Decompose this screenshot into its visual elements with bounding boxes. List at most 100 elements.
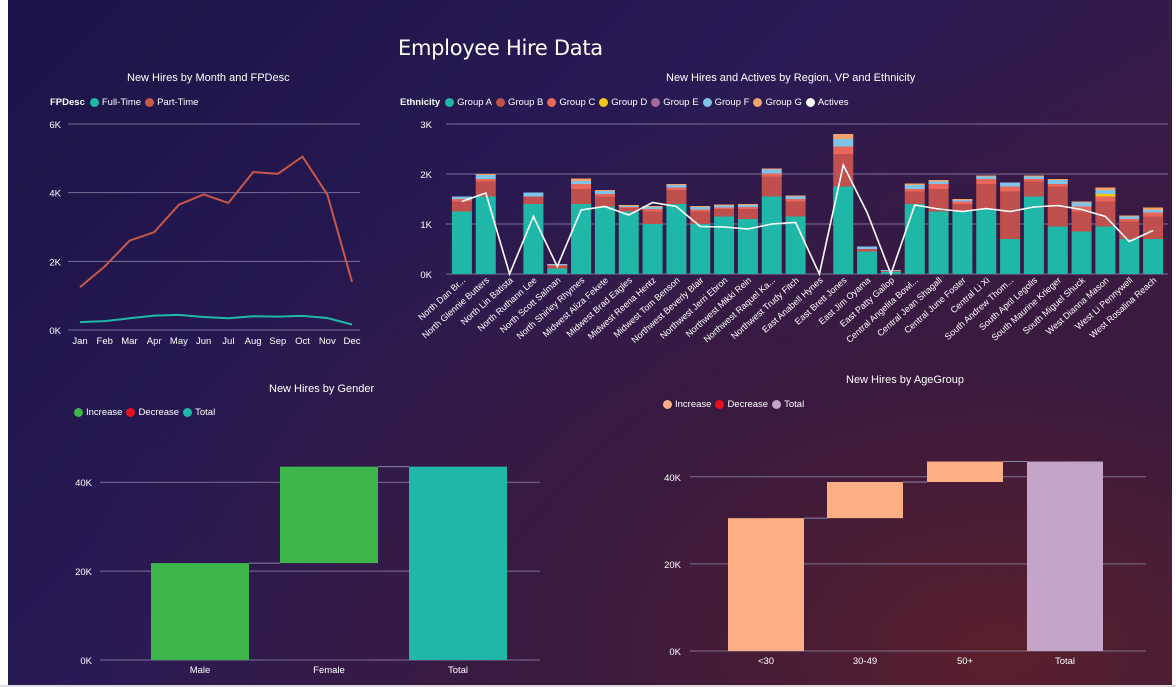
region-bar-segment: [1000, 239, 1021, 274]
month-x-tick: Dec: [344, 336, 361, 347]
region-bar-segment: [714, 204, 735, 206]
age-x-tick: Total: [1055, 656, 1075, 667]
region-bar-segment: [904, 183, 925, 185]
region-bar-segment: [451, 201, 472, 212]
region-bar-segment: [1000, 191, 1021, 239]
region-bar-segment: [475, 196, 496, 274]
region-bar-segment: [785, 216, 806, 274]
region-bar-segment: [642, 207, 663, 209]
region-bar-segment: [666, 190, 687, 204]
region-bar-segment: [928, 181, 949, 184]
region-bar-segment: [928, 180, 949, 182]
age-y-tick: 40K: [664, 473, 682, 484]
region-bar-segment: [1023, 179, 1044, 182]
region-bar-segment: [1023, 181, 1044, 197]
region-bar-segment: [523, 192, 544, 197]
gender-y-tick: 40K: [75, 478, 93, 489]
month-x-tick: Jun: [196, 336, 211, 347]
region-bar-segment: [952, 201, 973, 204]
region-bar-segment: [1143, 210, 1164, 213]
month-x-tick: Apr: [147, 336, 162, 347]
age-x-tick: <30: [758, 656, 774, 667]
age-waterfall-bar: [827, 482, 903, 519]
region-bar-segment: [523, 204, 544, 274]
gender-y-tick: 20K: [75, 567, 93, 578]
gender-x-tick: Female: [313, 665, 345, 676]
age-y-tick: 0K: [669, 647, 681, 658]
region-bar-segment: [475, 174, 496, 175]
region-bar-segment: [1143, 216, 1164, 239]
region-bar-segment: [952, 199, 973, 200]
region-bar-segment: [642, 211, 663, 224]
region-bar-segment: [833, 139, 854, 147]
region-bar-segment: [1119, 239, 1140, 274]
region-bar-segment: [976, 184, 997, 209]
region-bar-segment: [594, 206, 615, 274]
region-bar-segment: [690, 224, 711, 274]
month-x-tick: Jul: [222, 336, 234, 347]
region-bar-segment: [952, 200, 973, 202]
region-bar-segment: [1119, 219, 1140, 222]
region-bar-segment: [761, 168, 782, 170]
region-bar-segment: [857, 251, 878, 274]
gender-waterfall-bar: [409, 466, 507, 660]
region-bar-segment: [1095, 187, 1116, 190]
region-bar-segment: [690, 211, 711, 224]
region-bar-segment: [737, 209, 758, 219]
region-bar-segment: [475, 175, 496, 179]
region-bar-segment: [904, 189, 925, 192]
region-bar-segment: [1071, 211, 1092, 232]
age-waterfall-bar: [1027, 461, 1103, 651]
region-bar-segment: [594, 191, 615, 194]
region-bar-segment: [785, 201, 806, 217]
region-bar-segment: [952, 211, 973, 274]
region-y-tick: 2K: [420, 170, 432, 181]
region-bar-segment: [737, 205, 758, 207]
region-bar-segment: [618, 206, 639, 207]
region-bar-segment: [618, 205, 639, 206]
region-bar-segment: [547, 268, 568, 274]
region-bar-segment: [928, 211, 949, 274]
region-bar-segment: [1000, 182, 1021, 187]
dashboard-visuals: 0K 2K 4K 6K Jan Feb Mar Apr May Jun Jul Aug Sep Oct No…: [49, 120, 1168, 676]
region-bar-segment: [976, 176, 997, 179]
month-x-tick: May: [170, 336, 188, 347]
region-bar-segment: [666, 187, 687, 190]
region-bar-segment: [1023, 175, 1044, 177]
region-bar-segment: [761, 176, 782, 197]
region-bar-segment: [571, 178, 592, 181]
region-bar-segment: [690, 209, 711, 212]
region-bar-segment: [880, 270, 901, 271]
region-bar-segment: [1000, 186, 1021, 192]
region-bar-segment: [690, 206, 711, 207]
region-bar-segment: [785, 195, 806, 197]
region-bar-segment: [1071, 231, 1092, 274]
region-bar-segment: [1119, 216, 1140, 219]
month-series-line-part-time: [79, 155, 353, 288]
month-series-line-full-time: [79, 313, 353, 326]
age-waterfall-bar: [927, 461, 1003, 483]
region-bar-segment: [976, 209, 997, 274]
month-y-tick: 0K: [49, 326, 61, 337]
region-bar-segment: [737, 204, 758, 205]
region-bar-segment: [904, 204, 925, 274]
month-y-tick: 2K: [49, 257, 61, 268]
region-bar-segment: [594, 194, 615, 197]
region-bar-segment: [571, 189, 592, 204]
region-bar-segment: [857, 249, 878, 252]
region-bar-segment: [833, 146, 854, 154]
region-bar-segment: [451, 211, 472, 274]
region-bar-segment: [666, 185, 687, 188]
region-bar-segment: [475, 179, 496, 182]
region-y-tick: 3K: [420, 120, 432, 131]
month-x-tick: Sep: [269, 336, 286, 347]
region-bar-segment: [1119, 221, 1140, 239]
region-bar-segment: [1095, 190, 1116, 194]
region-bar-segment: [1047, 226, 1068, 274]
age-x-tick: 50+: [957, 656, 974, 667]
region-bar-segment: [571, 184, 592, 189]
age-y-tick: 20K: [664, 560, 682, 571]
region-bar-segment: [833, 134, 854, 139]
region-bar-segment: [523, 196, 544, 204]
month-x-tick: Feb: [97, 336, 113, 347]
